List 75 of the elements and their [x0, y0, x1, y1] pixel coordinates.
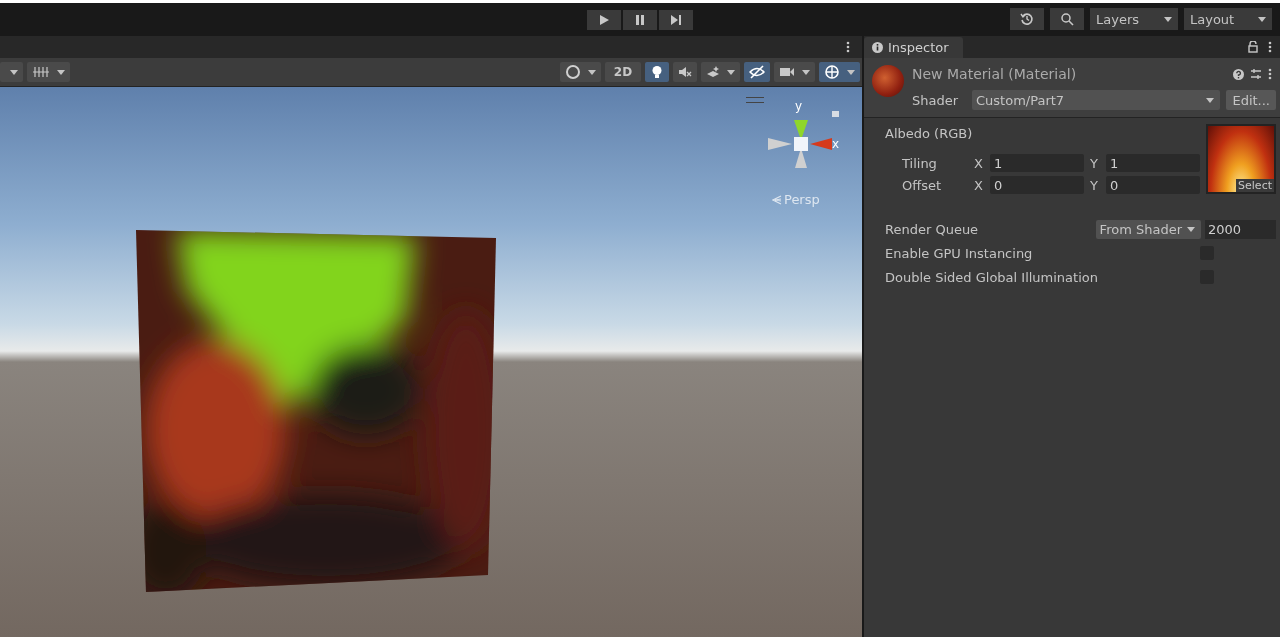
vector-label: Tiling: [902, 155, 938, 171]
history-icon: [1020, 12, 1034, 26]
caret-icon: [847, 69, 855, 75]
settings-icon[interactable]: [1250, 68, 1262, 80]
drag-handle-icon[interactable]: [746, 97, 764, 103]
play-button[interactable]: [587, 9, 621, 30]
material-name: New Material (Material): [912, 66, 1078, 82]
x-axis-label: x: [832, 137, 840, 151]
play-icon: [598, 13, 610, 26]
caret-icon: [1258, 16, 1266, 22]
hidden-toggle[interactable]: [744, 62, 770, 82]
x-label: X: [974, 155, 984, 171]
x-field[interactable]: 0: [990, 176, 1084, 194]
render-queue-field[interactable]: 2000: [1205, 219, 1276, 239]
camera-icon: [779, 66, 795, 78]
camera-toggle[interactable]: [774, 62, 815, 82]
muted-speaker-icon: [678, 65, 692, 79]
more-icon[interactable]: [1268, 41, 1272, 53]
more-icon[interactable]: [846, 41, 850, 53]
effects-toggle[interactable]: [701, 62, 740, 82]
material-preview-icon: [872, 65, 904, 97]
shader-dropdown[interactable]: Custom/Part7: [972, 90, 1221, 110]
shading-mode-button[interactable]: [560, 62, 601, 82]
checkbox-label: Double Sided Global Illumination: [885, 269, 1099, 285]
history-button[interactable]: [1010, 8, 1044, 30]
more-icon[interactable]: [1268, 68, 1272, 80]
2d-toggle[interactable]: 2D: [605, 62, 641, 82]
edit-button[interactable]: Edit...: [1226, 90, 1276, 110]
y-label: Y: [1090, 177, 1099, 193]
render-queue-label: Render Queue: [885, 221, 980, 237]
caret-icon: [57, 69, 65, 75]
caret-icon: [802, 69, 810, 75]
inspector-tab[interactable]: Inspector: [864, 37, 963, 58]
y-field[interactable]: 0: [1106, 176, 1200, 194]
gizmos-toggle[interactable]: [819, 62, 860, 82]
caret-icon: [1206, 97, 1215, 103]
checkbox-label: Enable GPU Instancing: [885, 245, 1034, 261]
y-label: Y: [1090, 155, 1099, 171]
search-button[interactable]: [1050, 8, 1084, 30]
globe-icon: [824, 64, 840, 80]
tool-button[interactable]: [0, 62, 23, 82]
y-axis-label: y: [795, 99, 803, 113]
caret-icon: [10, 69, 18, 75]
sphere-icon: [565, 64, 581, 80]
pause-button[interactable]: [623, 9, 657, 30]
step-icon: [670, 13, 682, 26]
select-button[interactable]: Select: [1236, 179, 1274, 192]
dropdown[interactable]: Layers: [1090, 8, 1178, 30]
x-field[interactable]: 1: [990, 154, 1084, 172]
render-queue-dropdown[interactable]: From Shader: [1095, 219, 1201, 239]
texture-thumbnail[interactable]: Select: [1206, 124, 1276, 194]
caret-icon: [588, 69, 596, 75]
caret-icon: [727, 69, 735, 75]
x-label: X: [974, 177, 984, 193]
effects-icon: [706, 65, 720, 79]
light-toggle[interactable]: [645, 62, 669, 82]
y-field[interactable]: 1: [1106, 154, 1200, 172]
caret-icon: [1187, 226, 1195, 232]
grid-snap-icon: [32, 66, 50, 78]
dropdown[interactable]: Layout: [1184, 8, 1272, 30]
light-bulb-icon: [650, 65, 664, 79]
perspective-icon: [772, 194, 782, 205]
snap-button[interactable]: [27, 62, 70, 82]
help-icon[interactable]: [1233, 68, 1244, 80]
caret-icon: [1164, 16, 1172, 22]
search-icon: [1060, 12, 1074, 26]
pause-icon: [634, 13, 646, 26]
vector-label: Offset: [902, 177, 943, 193]
crossed-eye-icon: [749, 65, 765, 79]
info-icon: [872, 42, 883, 53]
albedo-label: Albedo (RGB): [885, 126, 974, 141]
scene-viewport[interactable]: y x Persp: [0, 87, 862, 637]
shader-label: Shader: [912, 92, 960, 108]
audio-toggle[interactable]: [673, 62, 697, 82]
step-button[interactable]: [659, 9, 693, 30]
